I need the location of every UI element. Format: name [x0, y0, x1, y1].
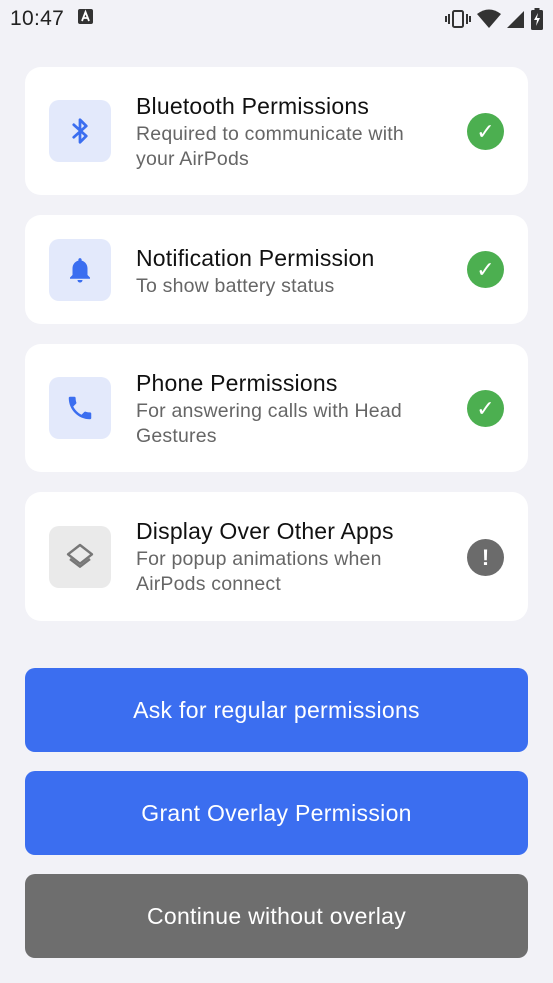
- check-icon: ✓: [467, 390, 504, 427]
- card-title: Phone Permissions: [136, 370, 338, 396]
- check-icon: ✓: [467, 113, 504, 150]
- permission-card-phone: Phone Permissions For answering calls wi…: [25, 344, 528, 472]
- phone-icon: [49, 377, 111, 439]
- status-right: [445, 8, 543, 30]
- permission-card-bluetooth: Bluetooth Permissions Required to commun…: [25, 67, 528, 195]
- warning-icon: !: [467, 539, 504, 576]
- card-title: Display Over Other Apps: [136, 518, 394, 544]
- card-description: Required to communicate with your AirPod…: [136, 123, 404, 170]
- card-text: Notification Permission To show battery …: [136, 244, 448, 299]
- continue-without-overlay-button[interactable]: Continue without overlay: [25, 874, 528, 958]
- a-box-icon: [78, 9, 94, 29]
- card-title: Bluetooth Permissions: [136, 93, 370, 119]
- status-left: 10:47: [10, 7, 94, 31]
- card-description: For popup animations when AirPods connec…: [136, 548, 382, 595]
- card-title: Notification Permission: [136, 245, 375, 271]
- bluetooth-icon: [49, 100, 111, 162]
- card-description: To show battery status: [136, 275, 335, 297]
- vibrate-icon: [445, 9, 471, 29]
- status-time: 10:47: [10, 7, 65, 30]
- grant-overlay-permission-button[interactable]: Grant Overlay Permission: [25, 771, 528, 855]
- signal-icon: [507, 9, 525, 29]
- ask-regular-permissions-button[interactable]: Ask for regular permissions: [25, 668, 528, 752]
- permission-card-overlay: Display Over Other Apps For popup animat…: [25, 492, 528, 621]
- card-text: Display Over Other Apps For popup animat…: [136, 517, 448, 597]
- check-icon: ✓: [467, 251, 504, 288]
- layers-icon: [49, 526, 111, 588]
- battery-charging-icon: [531, 8, 543, 30]
- card-text: Bluetooth Permissions Required to commun…: [136, 92, 448, 172]
- card-text: Phone Permissions For answering calls wi…: [136, 369, 448, 449]
- status-bar: 10:47: [0, 0, 553, 38]
- card-description: For answering calls with Head Gestures: [136, 400, 402, 447]
- permission-card-notification: Notification Permission To show battery …: [25, 215, 528, 324]
- bell-icon: [49, 239, 111, 301]
- wifi-icon: [477, 9, 501, 29]
